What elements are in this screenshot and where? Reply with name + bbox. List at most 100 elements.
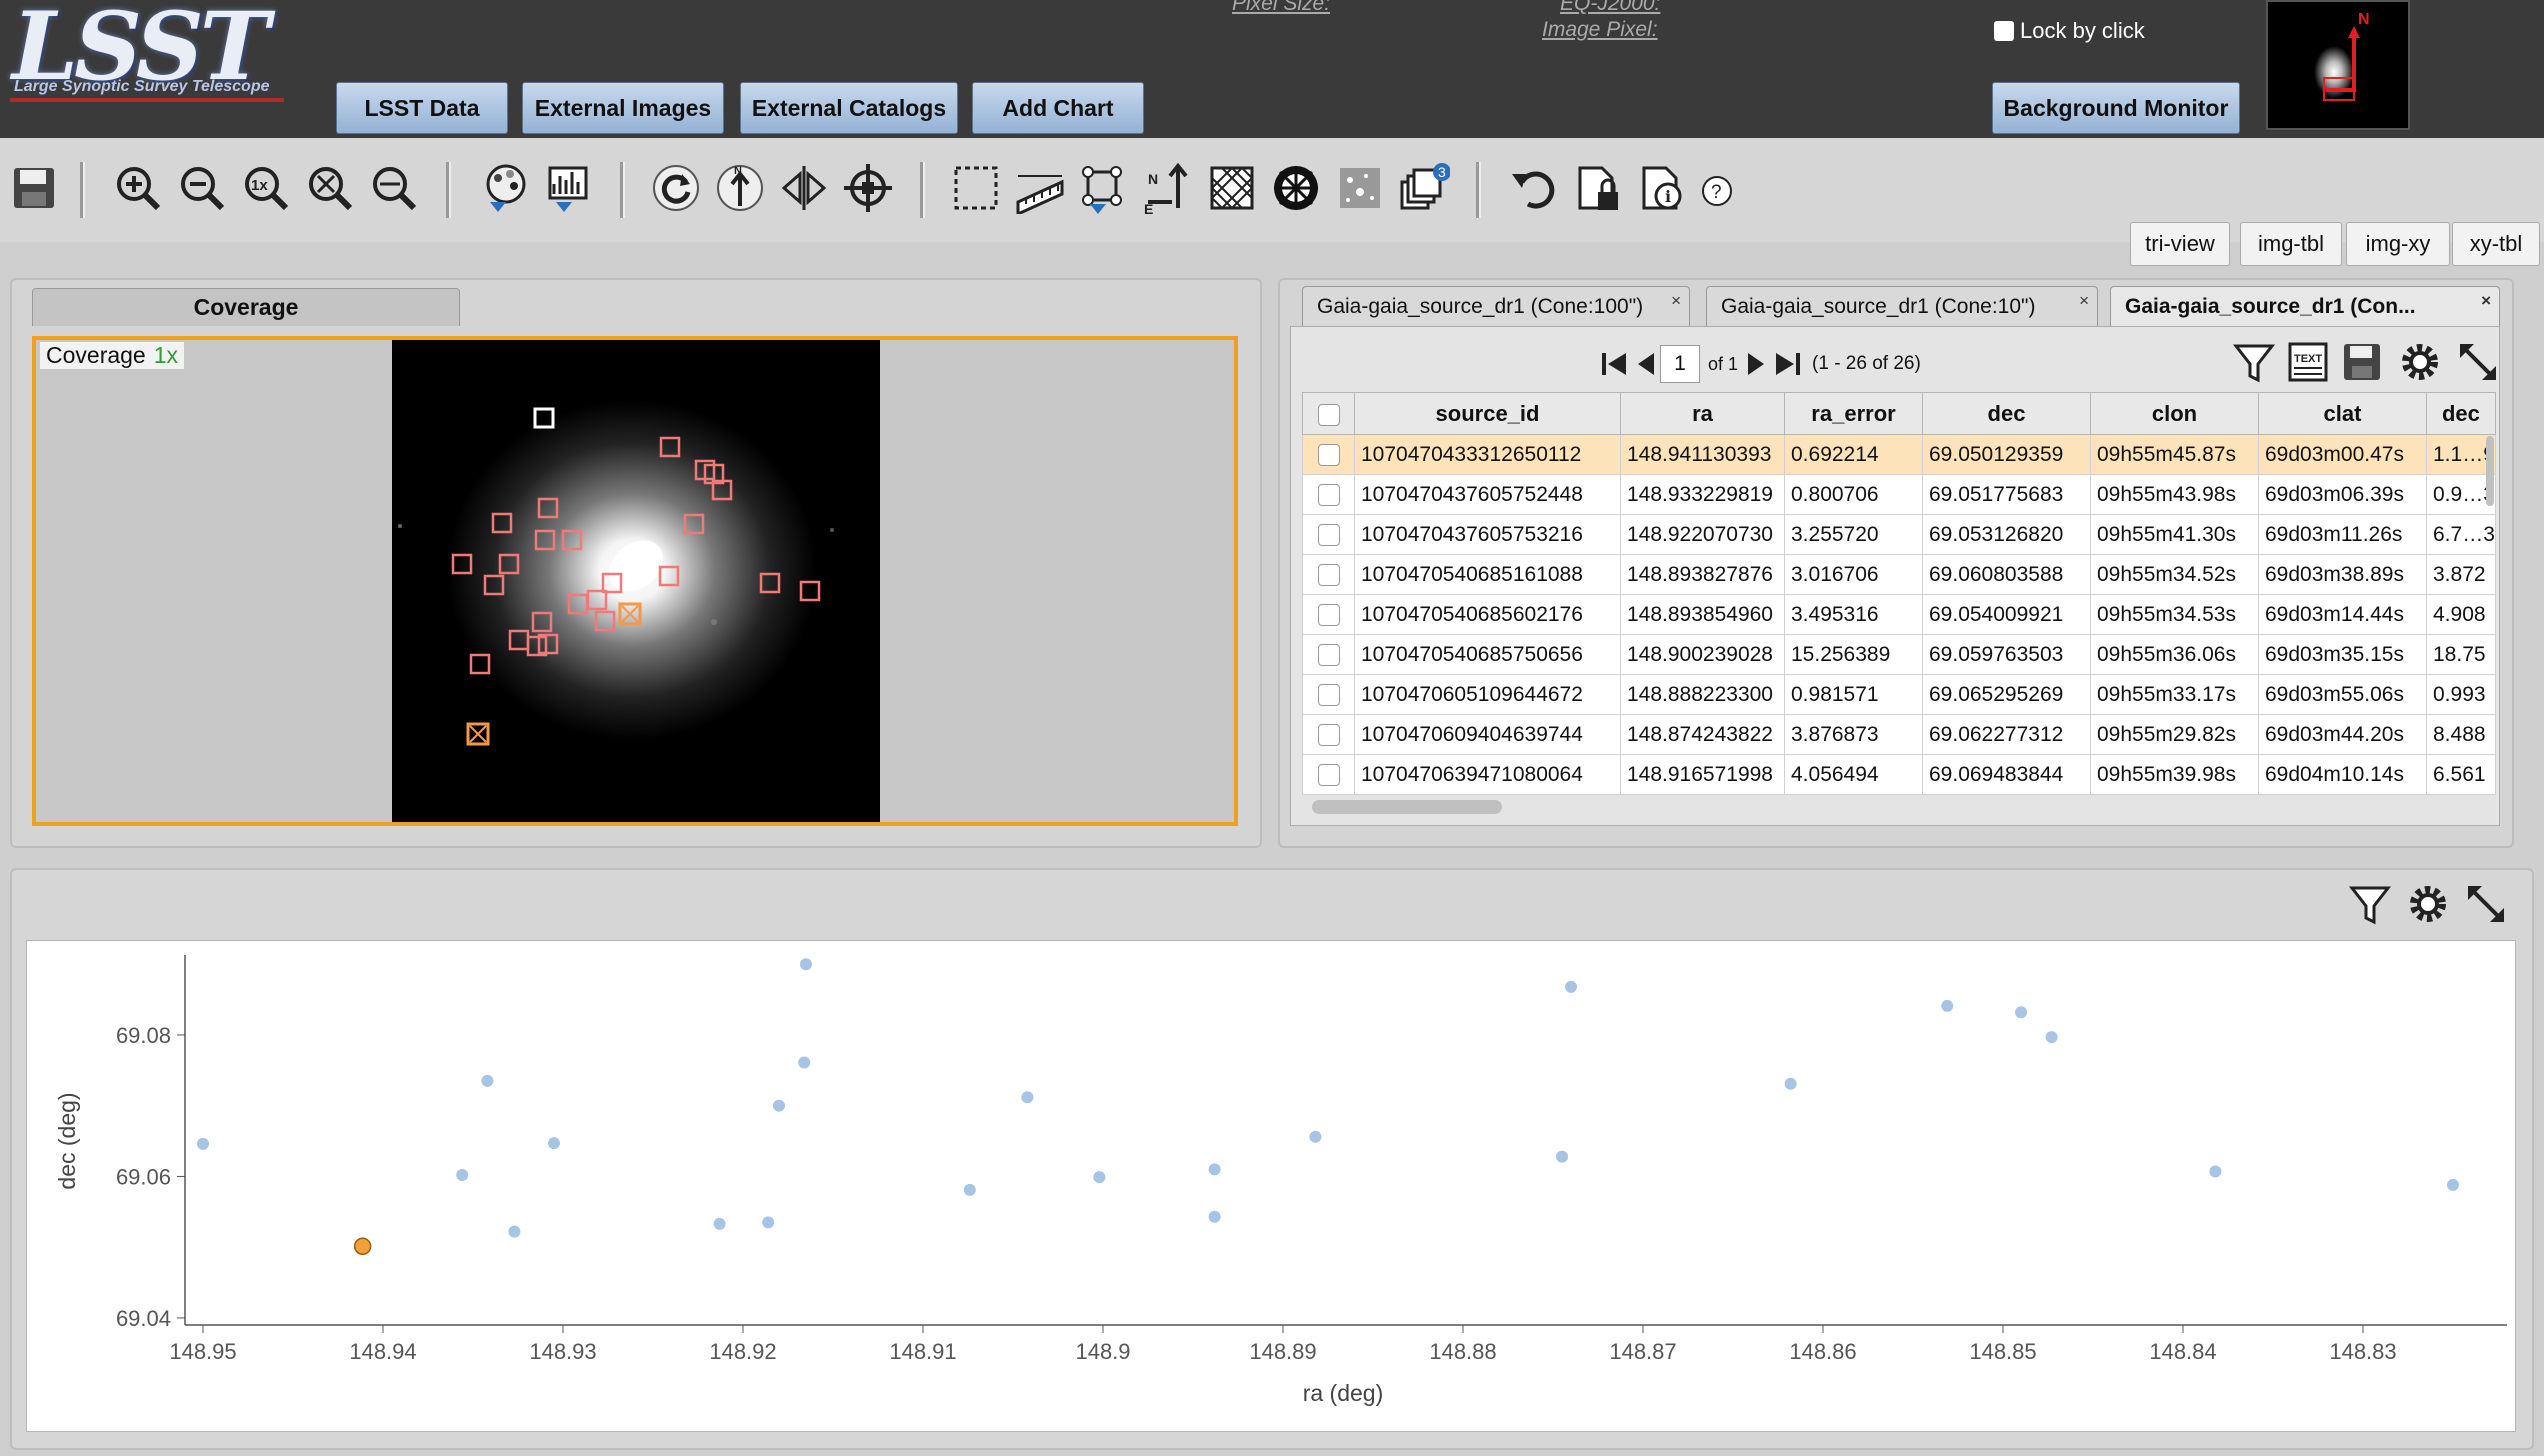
data-point[interactable] [508, 1225, 521, 1238]
background-monitor-button[interactable]: Background Monitor [1992, 82, 2240, 134]
overlay-north-arrow-icon[interactable]: NE [1142, 162, 1194, 214]
recenter-icon[interactable] [842, 162, 894, 214]
row-checkbox[interactable] [1317, 603, 1340, 626]
data-point[interactable] [1941, 999, 1954, 1012]
data-point[interactable] [2045, 1031, 2058, 1044]
column-header[interactable]: clat [2258, 392, 2427, 435]
data-point[interactable] [548, 1137, 560, 1150]
add-chart-button[interactable]: Add Chart [972, 82, 1144, 134]
external-images-button[interactable]: External Images [522, 82, 724, 134]
row-select-cell[interactable] [1302, 434, 1355, 475]
data-point[interactable] [1208, 1210, 1221, 1223]
row-select-cell[interactable] [1302, 554, 1355, 595]
mask-icon[interactable] [1270, 162, 1322, 214]
column-header[interactable]: ra [1620, 392, 1785, 435]
data-point[interactable] [1309, 1130, 1322, 1143]
select-all-checkbox[interactable] [1317, 403, 1340, 426]
rotate-north-icon[interactable]: N [714, 162, 766, 214]
data-point[interactable] [713, 1217, 726, 1230]
column-header[interactable]: source_id [1354, 392, 1621, 435]
close-icon[interactable]: × [2079, 291, 2089, 311]
gear-icon[interactable] [2398, 340, 2442, 384]
first-page-icon[interactable] [1600, 349, 1630, 379]
chart-filter-icon[interactable] [2348, 882, 2392, 926]
row-checkbox[interactable] [1317, 443, 1340, 466]
scatter-plot-svg[interactable]: 148.95 148.94 148.93 148.92 148.91 148.9 148.8… [27, 941, 2517, 1433]
zoom-fill-icon[interactable] [368, 162, 420, 214]
coverage-viewer[interactable]: Coverage 1x [32, 336, 1238, 826]
data-point[interactable] [1556, 1150, 1568, 1163]
row-checkbox[interactable] [1317, 523, 1340, 546]
filter-icon[interactable] [2232, 340, 2276, 384]
row-select-cell[interactable] [1302, 594, 1355, 635]
column-header[interactable]: ra_error [1784, 392, 1923, 435]
flip-icon[interactable] [778, 162, 830, 214]
zoom-fit-icon[interactable] [304, 162, 356, 214]
scatter-chart[interactable]: 148.95 148.94 148.93 148.92 148.91 148.9 148.8… [26, 940, 2516, 1432]
data-point[interactable] [197, 1137, 209, 1150]
column-header[interactable]: dec [2426, 392, 2496, 435]
table-row[interactable]: 1070470433312650112 148.941130393 0.692214… [1302, 434, 2496, 475]
image-thumbnail[interactable]: N [2266, 0, 2410, 130]
view-xy-tbl-button[interactable]: xy-tbl [2452, 222, 2540, 266]
table-row[interactable]: 1070470639471080064 148.916571998 4.056494… [1302, 754, 2496, 795]
table-row[interactable]: 1070470437605752448 148.933229819 0.800706… [1302, 474, 2496, 515]
external-catalogs-button[interactable]: External Catalogs [740, 82, 958, 134]
table-row[interactable]: 1070470437605753216 148.922070730 3.255720… [1302, 514, 2496, 555]
chart-gear-icon[interactable] [2406, 882, 2450, 926]
page-number-input[interactable]: 1 [1660, 345, 1700, 383]
text-view-icon[interactable]: TEXT [2286, 340, 2330, 384]
row-select-cell[interactable] [1302, 754, 1355, 795]
view-img-tbl-button[interactable]: img-tbl [2240, 222, 2342, 266]
grid-overlay-icon[interactable] [1206, 162, 1258, 214]
save-table-icon[interactable] [2340, 340, 2384, 384]
image-info-icon[interactable]: i [1636, 162, 1688, 214]
select-area-icon[interactable] [950, 162, 1002, 214]
row-checkbox[interactable] [1317, 723, 1340, 746]
lock-image-icon[interactable] [1572, 162, 1624, 214]
column-header[interactable]: dec [1922, 392, 2091, 435]
color-palette-icon[interactable] [480, 162, 532, 214]
data-point[interactable] [762, 1216, 775, 1229]
tab-gaia-cone-100[interactable]: Gaia-gaia_source_dr1 (Cone:100") × [1302, 286, 1690, 326]
region-edit-icon[interactable] [1078, 162, 1130, 214]
row-select-cell[interactable] [1302, 714, 1355, 755]
select-all-header[interactable] [1302, 392, 1355, 435]
next-page-icon[interactable] [1746, 349, 1768, 379]
table-row[interactable]: 1070470605109644672 148.888223300 0.981571… [1302, 674, 2496, 715]
last-page-icon[interactable] [1772, 349, 1802, 379]
close-icon[interactable]: × [2481, 291, 2491, 311]
coverage-image[interactable] [392, 340, 880, 822]
table-row[interactable]: 1070470540685161088 148.893827876 3.016706… [1302, 554, 2496, 595]
data-point[interactable] [1208, 1163, 1221, 1176]
horizontal-scrollbar[interactable] [1312, 800, 1502, 814]
tab-coverage[interactable]: Coverage [32, 288, 460, 326]
data-point[interactable] [773, 1099, 785, 1112]
tab-gaia-cone-active[interactable]: Gaia-gaia_source_dr1 (Con... × [2110, 286, 2500, 326]
tab-gaia-cone-10[interactable]: Gaia-gaia_source_dr1 (Cone:10") × [1706, 286, 2098, 326]
row-checkbox[interactable] [1317, 483, 1340, 506]
data-point[interactable] [798, 1056, 811, 1069]
lock-checkbox[interactable] [1994, 21, 2014, 41]
restore-icon[interactable] [1508, 162, 1560, 214]
catalog-overlay-icon[interactable] [1334, 162, 1386, 214]
table-row[interactable]: 1070470540685750656 148.900239028 15.25638… [1302, 634, 2496, 675]
row-checkbox[interactable] [1317, 763, 1340, 786]
data-point[interactable] [1093, 1171, 1106, 1184]
table-row[interactable]: 1070470540685602176 148.893854960 3.495316… [1302, 594, 2496, 635]
data-point[interactable] [2447, 1178, 2459, 1191]
selected-source-marker[interactable] [466, 722, 490, 746]
data-point[interactable] [2209, 1165, 2222, 1178]
lock-by-click[interactable]: Lock by click [1994, 18, 2145, 44]
table-row[interactable]: 1070470609404639744 148.874243822 3.876873… [1302, 714, 2496, 755]
save-icon[interactable] [8, 162, 60, 214]
previous-page-icon[interactable] [1634, 349, 1656, 379]
row-select-cell[interactable] [1302, 674, 1355, 715]
data-point[interactable] [2015, 1006, 2027, 1019]
data-point[interactable] [963, 1183, 976, 1196]
zoom-in-icon[interactable] [112, 162, 164, 214]
view-img-xy-button[interactable]: img-xy [2346, 222, 2450, 266]
highlighted-data-point[interactable] [353, 1237, 372, 1256]
data-point[interactable] [456, 1169, 469, 1182]
rotate-icon[interactable] [650, 162, 702, 214]
